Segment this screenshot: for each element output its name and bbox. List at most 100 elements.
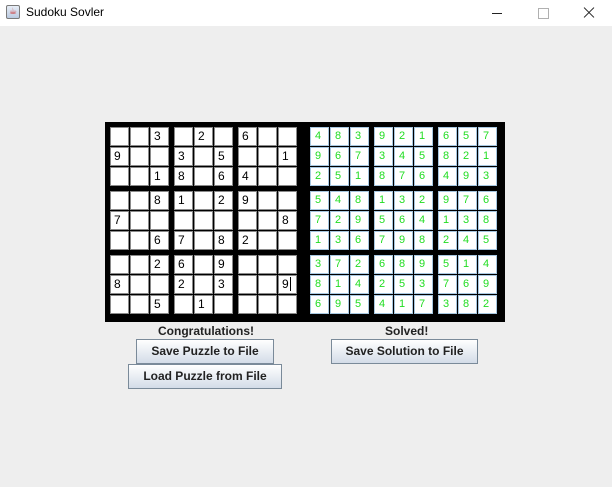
puzzle-cell[interactable]: 8 [214,231,233,250]
puzzle-cell[interactable] [150,275,169,294]
puzzle-cell[interactable] [258,295,277,314]
puzzle-cell[interactable] [130,231,149,250]
puzzle-cell[interactable] [278,167,297,186]
cell-value: 9 [335,298,342,310]
puzzle-cell[interactable] [258,275,277,294]
puzzle-cell[interactable] [110,255,129,274]
puzzle-cell[interactable] [238,147,257,166]
puzzle-cell[interactable] [258,255,277,274]
save-solution-button[interactable]: Save Solution to File [331,339,478,364]
puzzle-cell[interactable] [174,127,193,146]
puzzle-cell[interactable] [278,255,297,274]
puzzle-cell[interactable] [130,295,149,314]
solution-cell: 6 [350,231,369,250]
puzzle-cell[interactable]: 6 [150,231,169,250]
puzzle-cell[interactable]: 1 [194,295,213,314]
puzzle-cell[interactable] [130,191,149,210]
puzzle-cell[interactable] [174,211,193,230]
puzzle-cell[interactable] [258,127,277,146]
puzzle-cell[interactable] [130,255,149,274]
solution-cell: 7 [310,211,329,230]
puzzle-cell[interactable]: 6 [174,255,193,274]
load-puzzle-button[interactable]: Load Puzzle from File [128,364,282,389]
cell-value: 1 [379,194,386,206]
puzzle-cell[interactable] [258,231,277,250]
cell-value: 1 [399,298,406,310]
puzzle-cell[interactable]: 2 [214,191,233,210]
puzzle-cell[interactable] [258,167,277,186]
puzzle-cell[interactable] [110,127,129,146]
puzzle-cell[interactable]: 7 [174,231,193,250]
puzzle-cell[interactable] [238,295,257,314]
puzzle-cell[interactable] [110,231,129,250]
puzzle-cell[interactable] [214,127,233,146]
minimize-button[interactable] [474,0,520,26]
puzzle-cell[interactable] [258,147,277,166]
puzzle-cell[interactable] [278,127,297,146]
puzzle-cell[interactable]: 9 [238,191,257,210]
puzzle-cell[interactable]: 9 [110,147,129,166]
puzzle-cell[interactable]: 4 [238,167,257,186]
puzzle-cell[interactable] [238,211,257,230]
puzzle-cell[interactable]: 6 [238,127,257,146]
cell-value: 5 [399,278,406,290]
puzzle-cell[interactable] [278,231,297,250]
puzzle-cell[interactable] [194,211,213,230]
maximize-button[interactable] [520,0,566,26]
puzzle-cell[interactable]: 8 [150,191,169,210]
puzzle-cell[interactable] [258,191,277,210]
puzzle-cell[interactable] [278,191,297,210]
puzzle-cell[interactable] [110,295,129,314]
puzzle-cell[interactable]: 5 [150,295,169,314]
puzzle-cell[interactable]: 3 [214,275,233,294]
puzzle-cell[interactable] [130,211,149,230]
solution-cell: 9 [310,147,329,166]
puzzle-cell[interactable] [214,295,233,314]
puzzle-cell[interactable]: 2 [150,255,169,274]
save-puzzle-button[interactable]: Save Puzzle to File [136,339,274,364]
puzzle-cell[interactable]: 9 [278,275,297,294]
puzzle-cell[interactable]: 9 [214,255,233,274]
cell-value: 8 [483,214,490,226]
puzzle-cell[interactable]: 2 [174,275,193,294]
cell-value: 8 [419,234,426,246]
solution-cell: 8 [394,255,413,274]
puzzle-cell[interactable] [278,295,297,314]
puzzle-cell[interactable] [194,147,213,166]
puzzle-cell[interactable] [214,211,233,230]
puzzle-cell[interactable]: 5 [214,147,233,166]
puzzle-cell[interactable] [194,231,213,250]
puzzle-cell[interactable] [238,275,257,294]
puzzle-cell[interactable]: 2 [194,127,213,146]
puzzle-cell[interactable]: 8 [110,275,129,294]
puzzle-cell[interactable] [130,147,149,166]
puzzle-cell[interactable] [194,275,213,294]
solution-cell: 1 [394,295,413,314]
puzzle-cell[interactable] [130,167,149,186]
puzzle-cell[interactable] [174,295,193,314]
puzzle-cell[interactable] [194,167,213,186]
puzzle-cell[interactable]: 1 [150,167,169,186]
puzzle-cell[interactable] [194,191,213,210]
puzzle-cell[interactable]: 7 [110,211,129,230]
cell-value: 6 [218,169,225,183]
puzzle-cell[interactable]: 6 [214,167,233,186]
puzzle-cell[interactable]: 8 [278,211,297,230]
puzzle-cell[interactable] [110,167,129,186]
puzzle-cell[interactable] [130,275,149,294]
puzzle-cell[interactable] [150,211,169,230]
puzzle-cell[interactable]: 2 [238,231,257,250]
puzzle-cell[interactable] [110,191,129,210]
puzzle-cell[interactable]: 8 [174,167,193,186]
puzzle-cell[interactable] [238,255,257,274]
cell-value: 5 [483,234,490,246]
puzzle-cell[interactable] [150,147,169,166]
puzzle-cell[interactable]: 1 [278,147,297,166]
puzzle-cell[interactable] [130,127,149,146]
close-button[interactable] [566,0,612,26]
puzzle-cell[interactable]: 1 [174,191,193,210]
puzzle-cell[interactable]: 3 [174,147,193,166]
puzzle-cell[interactable] [258,211,277,230]
puzzle-cell[interactable]: 3 [150,127,169,146]
puzzle-cell[interactable] [194,255,213,274]
